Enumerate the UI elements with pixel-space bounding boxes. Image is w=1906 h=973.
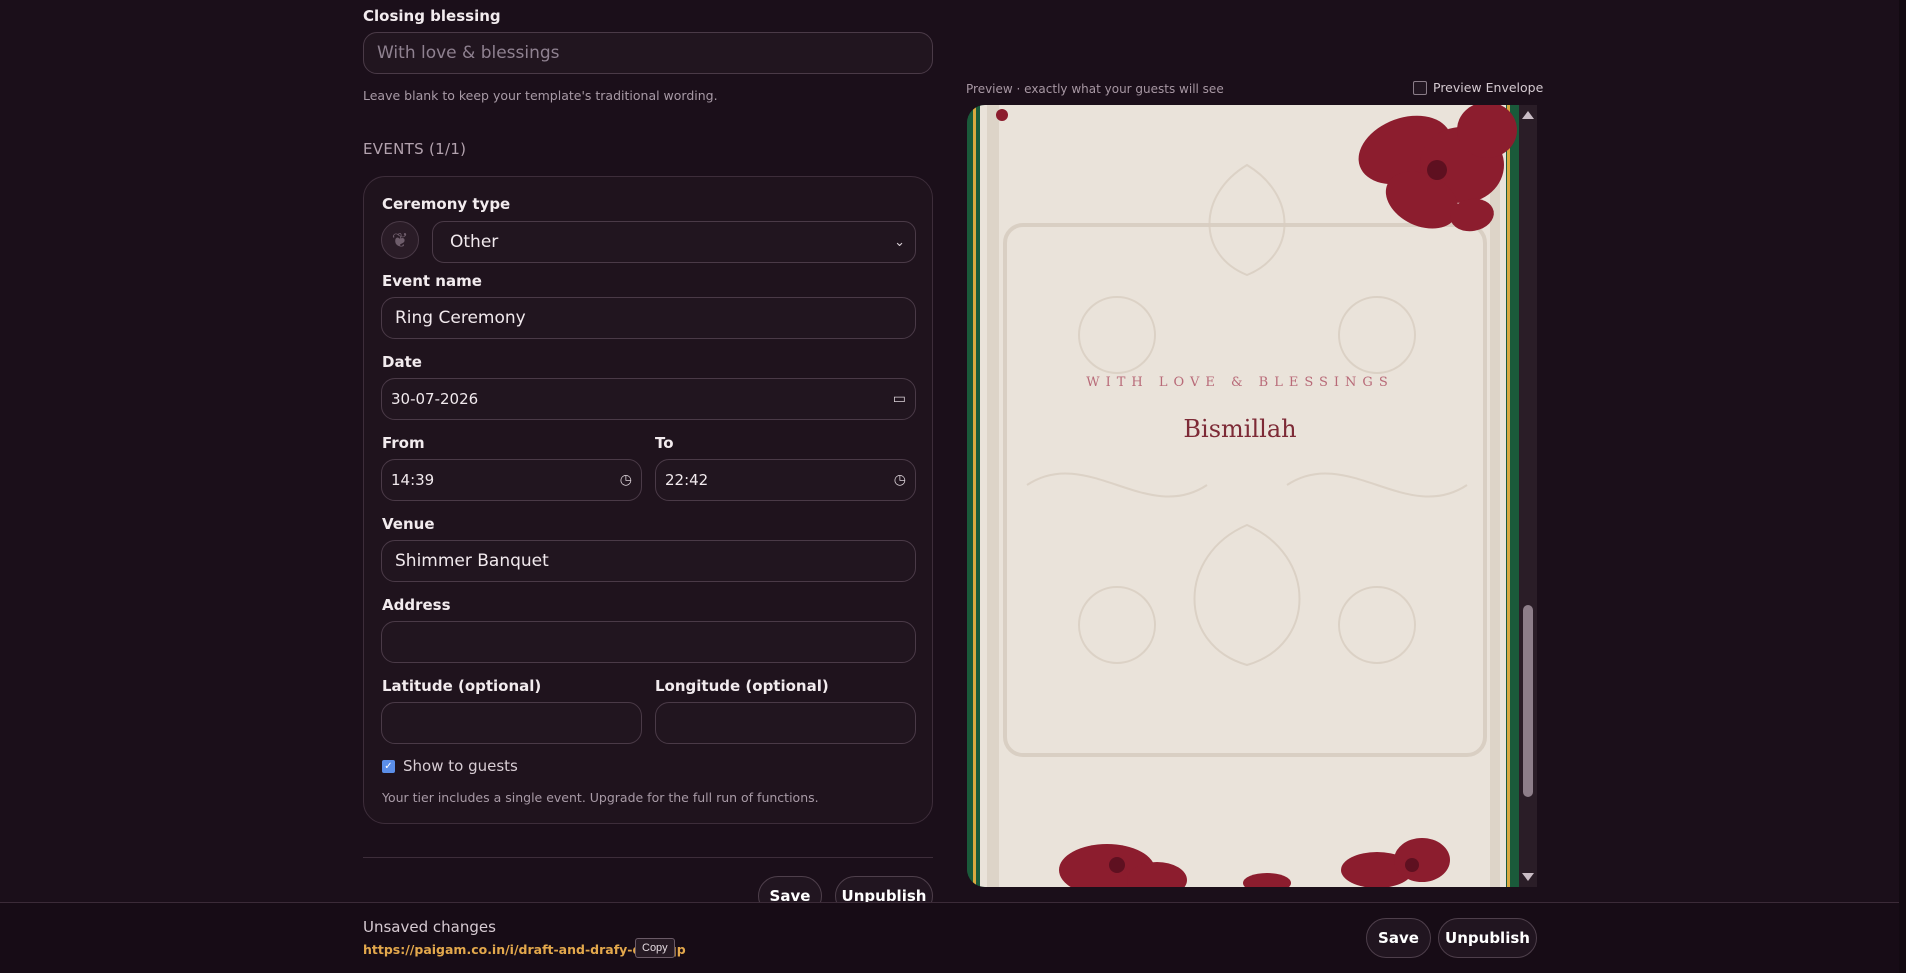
bottom-action-bar: Unsaved changes https://paigam.co.in/i/d… bbox=[0, 902, 1906, 973]
unsaved-status: Unsaved changes bbox=[363, 918, 496, 936]
bottom-save-button[interactable]: Save bbox=[1366, 918, 1431, 958]
event-name-label: Event name bbox=[382, 272, 482, 290]
show-to-guests-toggle[interactable]: ✓ Show to guests bbox=[382, 757, 518, 775]
closing-blessing-hint: Leave blank to keep your template's trad… bbox=[363, 88, 718, 103]
longitude-label: Longitude (optional) bbox=[655, 677, 829, 695]
date-label: Date bbox=[382, 353, 422, 371]
address-label: Address bbox=[382, 596, 451, 614]
show-to-guests-label: Show to guests bbox=[403, 757, 518, 775]
ceremony-type-select[interactable]: Other ⌄ bbox=[432, 221, 916, 263]
chevron-down-icon: ⌄ bbox=[894, 234, 905, 250]
invitation-kicker: WITH LOVE & BLESSINGS bbox=[1086, 375, 1394, 390]
clock-icon[interactable]: ◷ bbox=[894, 472, 906, 488]
from-label: From bbox=[382, 434, 425, 452]
form-divider bbox=[363, 857, 933, 858]
from-time-input[interactable]: 14:39 ◷ bbox=[381, 459, 642, 501]
invitation-title: Bismillah bbox=[1183, 415, 1297, 443]
page-scrollbar[interactable] bbox=[1899, 0, 1906, 973]
scroll-down-icon[interactable] bbox=[1522, 873, 1534, 881]
scroll-thumb[interactable] bbox=[1523, 605, 1533, 797]
scroll-up-icon[interactable] bbox=[1522, 111, 1534, 119]
invitation-card-art bbox=[967, 105, 1537, 887]
invitation-preview[interactable]: WITH LOVE & BLESSINGS Bismillah bbox=[967, 105, 1537, 887]
ceremony-type-icon: ❦ bbox=[381, 221, 419, 259]
to-label: To bbox=[655, 434, 674, 452]
address-input[interactable] bbox=[381, 621, 916, 663]
preview-envelope-toggle[interactable]: Preview Envelope bbox=[1413, 80, 1543, 95]
event-name-input[interactable]: Ring Ceremony bbox=[381, 297, 916, 339]
invitation-editor-page: Closing blessing With love & blessings L… bbox=[0, 0, 1906, 973]
checkbox-unchecked-icon[interactable] bbox=[1413, 80, 1427, 95]
ceremony-type-label: Ceremony type bbox=[382, 195, 511, 213]
events-section-title: EVENTS (1/1) bbox=[363, 140, 467, 158]
date-value: 30-07-2026 bbox=[391, 390, 479, 408]
to-time-input[interactable]: 22:42 ◷ bbox=[655, 459, 916, 501]
preview-scrollbar[interactable] bbox=[1519, 105, 1537, 887]
venue-label: Venue bbox=[382, 515, 435, 533]
venue-input[interactable]: Shimmer Banquet bbox=[381, 540, 916, 582]
date-input[interactable]: 30-07-2026 ▭ bbox=[381, 378, 916, 420]
latitude-input[interactable] bbox=[381, 702, 642, 744]
tier-note: Your tier includes a single event. Upgra… bbox=[382, 790, 819, 805]
closing-blessing-label: Closing blessing bbox=[363, 7, 501, 25]
bottom-unpublish-button[interactable]: Unpublish bbox=[1438, 918, 1537, 958]
calendar-icon[interactable]: ▭ bbox=[893, 391, 906, 407]
preview-envelope-label: Preview Envelope bbox=[1433, 80, 1544, 95]
copy-link-button[interactable]: Copy bbox=[635, 938, 675, 958]
longitude-input[interactable] bbox=[655, 702, 916, 744]
preview-caption: Preview · exactly what your guests will … bbox=[966, 82, 1224, 96]
ceremony-type-value: Other bbox=[450, 232, 499, 252]
closing-blessing-input[interactable]: With love & blessings bbox=[363, 32, 933, 74]
clock-icon[interactable]: ◷ bbox=[620, 472, 632, 488]
from-time-value: 14:39 bbox=[391, 471, 435, 489]
latitude-label: Latitude (optional) bbox=[382, 677, 542, 695]
checkbox-checked-icon[interactable]: ✓ bbox=[382, 759, 395, 773]
event-card: Ceremony type ❦ Other ⌄ Event name Ring … bbox=[363, 176, 933, 824]
to-time-value: 22:42 bbox=[665, 471, 709, 489]
